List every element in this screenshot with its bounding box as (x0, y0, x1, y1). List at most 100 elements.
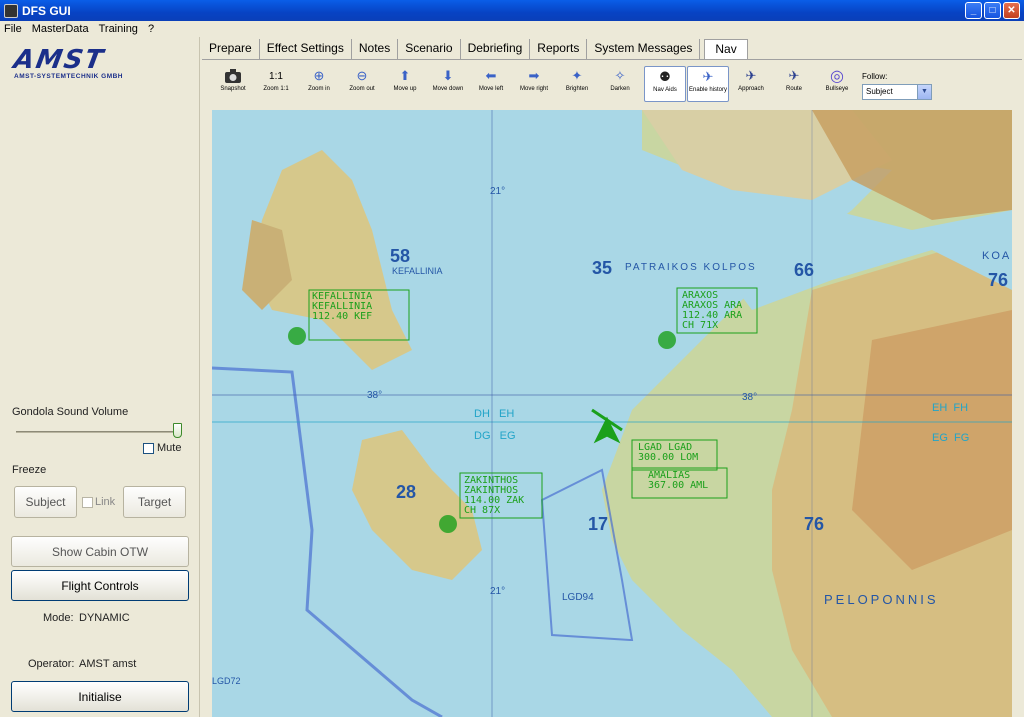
tab-scenario[interactable]: Scenario (398, 39, 461, 59)
initialise-button[interactable]: Initialise (11, 681, 189, 712)
volume-slider-thumb[interactable] (173, 423, 182, 438)
zoom-in-icon: ⊕ (313, 68, 325, 83)
follow-value: Subject (866, 87, 893, 96)
navaid-label-araxos: ARAXOS ARAXOS ARA 112.40 ARA CH 71X (682, 290, 743, 331)
grid-35: 35 (592, 258, 613, 278)
move-right-label: Move right (519, 86, 548, 92)
nav-aids-icon: ⚉ (659, 69, 671, 84)
close-button[interactable]: ✕ (1003, 2, 1020, 19)
map-text-lgd94: LGD94 (562, 592, 594, 603)
tab-effect-settings[interactable]: Effect Settings (260, 39, 352, 59)
lat-38: 38° (367, 390, 383, 401)
lon-21: 21° (490, 186, 506, 197)
tab-prepare[interactable]: Prepare (202, 39, 260, 59)
freeze-label: Freeze (12, 464, 47, 476)
move-down-label: Move down (432, 86, 464, 92)
freeze-target-button[interactable]: Target (123, 486, 186, 518)
chevron-down-icon[interactable]: ▼ (917, 85, 931, 99)
bullseye-button[interactable]: ◎ Bullseye (816, 66, 858, 102)
move-left-label: Move left (478, 86, 504, 92)
nav-aids-button[interactable]: ⚉ Nav Aids (644, 66, 686, 102)
move-left-button[interactable]: ⬅ Move left (470, 66, 512, 102)
menu-file[interactable]: File (4, 23, 22, 35)
tab-debriefing[interactable]: Debriefing (461, 39, 531, 59)
menu-training[interactable]: Training (99, 23, 138, 35)
move-right-button[interactable]: ➡ Move right (513, 66, 555, 102)
enable-history-label: Enable history (688, 87, 728, 93)
logo: AMST AMST-SYSTEMTECHNIK GMBH (11, 45, 174, 85)
enable-history-button[interactable]: ✈ Enable history (687, 66, 729, 102)
arrow-right-icon: ➡ (528, 68, 540, 83)
menu-bar: File MasterData Training ? (0, 21, 1024, 37)
tab-notes[interactable]: Notes (352, 39, 399, 59)
operator-label: Operator: (28, 658, 75, 670)
route-label: Route (785, 86, 802, 92)
tab-reports[interactable]: Reports (530, 39, 588, 59)
map-text-koa: KOA (982, 250, 1012, 262)
menu-help[interactable]: ? (148, 23, 154, 35)
zoom-in-button[interactable]: ⊕ Zoom in (298, 66, 340, 102)
approach-icon: ✈ (745, 68, 757, 83)
move-down-button[interactable]: ⬇ Move down (427, 66, 469, 102)
tab-bar: Prepare Effect Settings Notes Scenario D… (202, 39, 748, 60)
lat-38b: 38° (742, 392, 758, 403)
mode-value: DYNAMIC (79, 612, 130, 624)
approach-button[interactable]: ✈ Approach (730, 66, 772, 102)
map-text-dg-eg: DG EG (474, 430, 516, 442)
grid-76: 76 (988, 270, 1009, 290)
link-label: Link (95, 496, 116, 508)
tab-system-messages[interactable]: System Messages (587, 39, 701, 59)
darken-label: Darken (610, 86, 630, 92)
volume-slider-track[interactable] (16, 431, 182, 433)
freeze-subject-button[interactable]: Subject (14, 486, 77, 518)
navaid-label-kefallinia: KEFALLINIA KEFALLINIA 112.40 KEF (312, 291, 373, 322)
map-text-dh-eh: DH EH (474, 408, 515, 420)
follow-select[interactable]: Subject ▼ (862, 84, 932, 100)
mode-label: Mode: (43, 612, 74, 624)
window-title: DFS GUI (22, 3, 71, 18)
nav-map[interactable]: KEFALLINIA KEFALLINIA 112.40 KEF ARAXOS … (212, 110, 1012, 717)
mute-checkbox[interactable] (143, 443, 154, 454)
camera-icon (212, 66, 254, 86)
grid-66: 66 (794, 260, 815, 280)
grid-17: 17 (588, 514, 609, 534)
title-bar: DFS GUI _ □ ✕ (0, 0, 1024, 21)
grid-76b: 76 (804, 514, 825, 534)
arrow-up-icon: ⬆ (399, 68, 411, 83)
darken-button[interactable]: ✧ Darken (599, 66, 641, 102)
snapshot-label: Snapshot (220, 86, 246, 92)
lon-21b: 21° (490, 586, 506, 597)
snapshot-button[interactable]: Snapshot (212, 66, 254, 102)
flight-controls-button[interactable]: Flight Controls (11, 570, 189, 601)
brighten-icon: ✦ (571, 68, 583, 83)
menu-masterdata[interactable]: MasterData (32, 23, 89, 35)
navaid-label-zakinthos: ZAKINTHOS ZAKINTHOS 114.00 ZAK CH 87X (464, 475, 525, 516)
zoom-reset-button[interactable]: 1:1 Zoom 1:1 (255, 66, 297, 102)
brighten-label: Brighten (565, 86, 589, 92)
zoom-out-button[interactable]: ⊖ Zoom out (341, 66, 383, 102)
grid-28: 28 (396, 482, 417, 502)
bullseye-icon: ◎ (830, 68, 844, 85)
move-up-button[interactable]: ⬆ Move up (384, 66, 426, 102)
route-button[interactable]: ✈ Route (773, 66, 815, 102)
link-checkbox[interactable] (82, 497, 93, 508)
history-icon: ✈ (702, 69, 714, 84)
navaid-label-lgad: LGAD LGAD 300.00 LOM (638, 442, 699, 463)
darken-icon: ✧ (614, 68, 626, 83)
route-icon: ✈ (788, 68, 800, 83)
tab-nav[interactable]: Nav (704, 39, 748, 60)
map-text-eg-fg: EG FG (932, 432, 970, 444)
move-up-label: Move up (393, 86, 417, 92)
grid-58: 58 (390, 246, 411, 266)
minimize-button[interactable]: _ (965, 2, 982, 19)
brighten-button[interactable]: ✦ Brighten (556, 66, 598, 102)
map-text-eh-fh: EH FH (932, 402, 969, 414)
map-text-lgd72: LGD72 (212, 676, 241, 686)
maximize-button[interactable]: □ (984, 2, 1001, 19)
navaid-label-amalias: AMALIAS 367.00 AML (648, 470, 709, 491)
map-text-peloponnisos: PELOPONNIS (824, 592, 939, 607)
nav-aids-label: Nav Aids (653, 87, 677, 93)
show-cabin-otw-button[interactable]: Show Cabin OTW (11, 536, 189, 567)
logo-name: AMST (11, 45, 108, 75)
zoom-out-icon: ⊖ (356, 68, 368, 83)
